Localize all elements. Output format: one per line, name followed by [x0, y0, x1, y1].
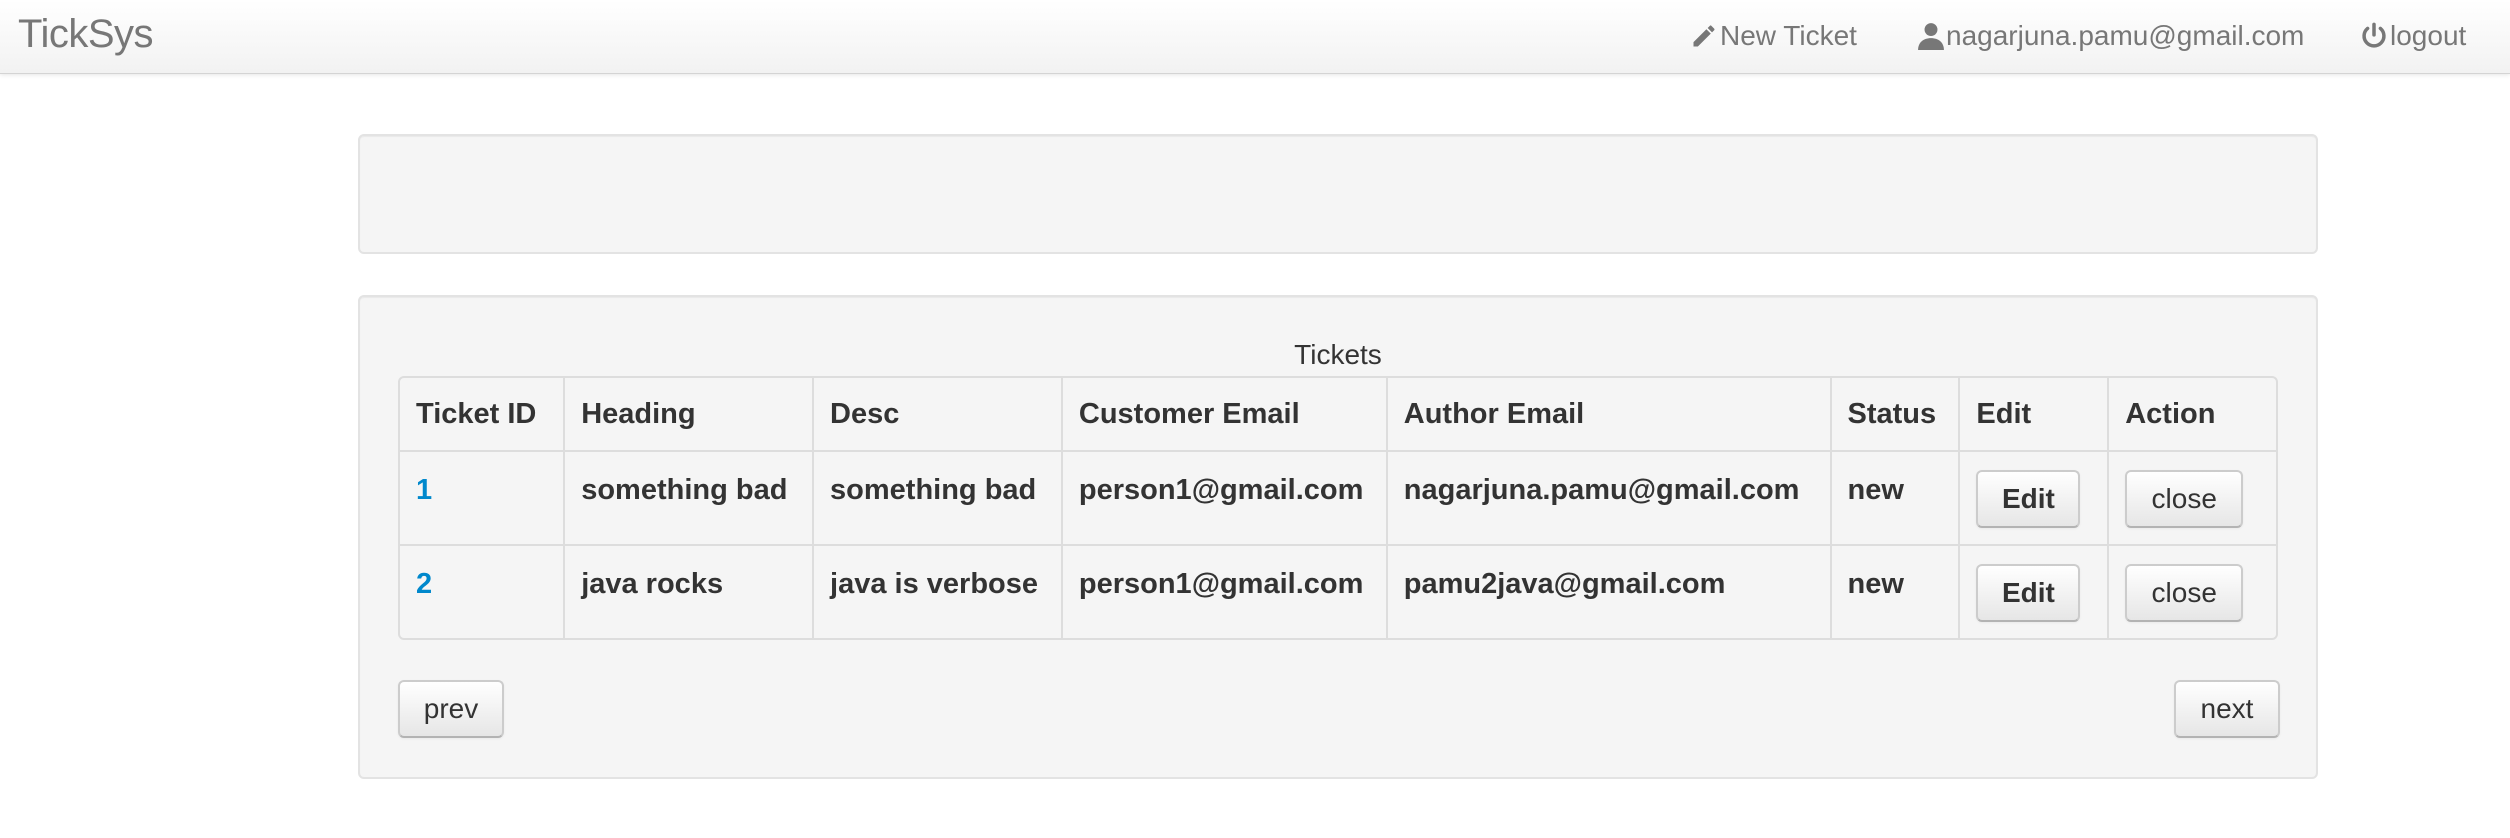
table-header-row: Ticket ID Heading Desc Customer Email Au… [400, 378, 2276, 450]
ticket-id-cell: 2 [400, 544, 564, 638]
column-header-action: Action [2107, 378, 2276, 450]
customer-email-cell: person1@gmail.com [1060, 544, 1386, 638]
column-header-heading: Heading [563, 378, 812, 450]
power-icon [2360, 22, 2390, 50]
column-header-customer-email: Customer Email [1060, 378, 1386, 450]
new-ticket-label: New Ticket [1720, 20, 1857, 51]
edit-button[interactable]: Edit [1976, 564, 2081, 622]
brand[interactable]: TickSys [18, 12, 154, 57]
edit-cell: Edit [1958, 450, 2108, 544]
new-ticket-link[interactable]: New Ticket [1690, 18, 1857, 54]
desc-cell: something bad [812, 450, 1061, 544]
column-header-desc: Desc [812, 378, 1061, 450]
prev-page-button[interactable]: prev [398, 680, 504, 738]
status-cell: new [1829, 544, 1959, 638]
author-email-cell: nagarjuna.pamu@gmail.com [1385, 450, 1830, 544]
close-ticket-button[interactable]: close [2125, 470, 2244, 528]
top-panel [358, 134, 2318, 254]
logout-label: logout [2390, 20, 2467, 51]
desc-cell: java is verbose [812, 544, 1061, 638]
heading-cell: something bad [563, 450, 813, 544]
ticket-id-link[interactable]: 2 [416, 568, 432, 600]
table-caption: Tickets [1294, 339, 1382, 370]
column-header-status: Status [1829, 378, 1959, 450]
next-page-button[interactable]: next [2174, 680, 2280, 738]
ticket-id-cell: 1 [400, 450, 564, 544]
edit-cell: Edit [1958, 544, 2108, 638]
author-email-cell: pamu2java@gmail.com [1385, 544, 1830, 638]
user-account-link[interactable]: nagarjuna.pamu@gmail.com [1918, 18, 2304, 54]
tickets-panel: Tickets Ticket ID Heading Desc Customer … [358, 295, 2318, 779]
column-header-edit: Edit [1958, 378, 2107, 450]
user-email: nagarjuna.pamu@gmail.com [1946, 20, 2305, 51]
logout-link[interactable]: logout [2360, 18, 2466, 54]
navbar: TickSys New Ticket nagarjuna.pamu@gmail.… [0, 0, 2510, 74]
column-header-author-email: Author Email [1385, 378, 1830, 450]
close-ticket-button[interactable]: close [2125, 564, 2244, 622]
tickets-table: Ticket ID Heading Desc Customer Email Au… [398, 376, 2278, 640]
status-cell: new [1829, 450, 1959, 544]
table-row: 1 something bad something bad person1@gm… [400, 450, 2276, 544]
customer-email-cell: person1@gmail.com [1060, 450, 1386, 544]
edit-button[interactable]: Edit [1976, 470, 2081, 528]
ticket-id-link[interactable]: 1 [416, 474, 432, 506]
pencil-icon [1690, 22, 1720, 50]
action-cell: close [2107, 544, 2276, 638]
heading-cell: java rocks [563, 544, 813, 638]
column-header-ticket-id: Ticket ID [416, 397, 537, 430]
action-cell: close [2107, 450, 2276, 544]
table-row: 2 java rocks java is verbose person1@gma… [400, 544, 2276, 638]
user-icon [1918, 22, 1946, 50]
